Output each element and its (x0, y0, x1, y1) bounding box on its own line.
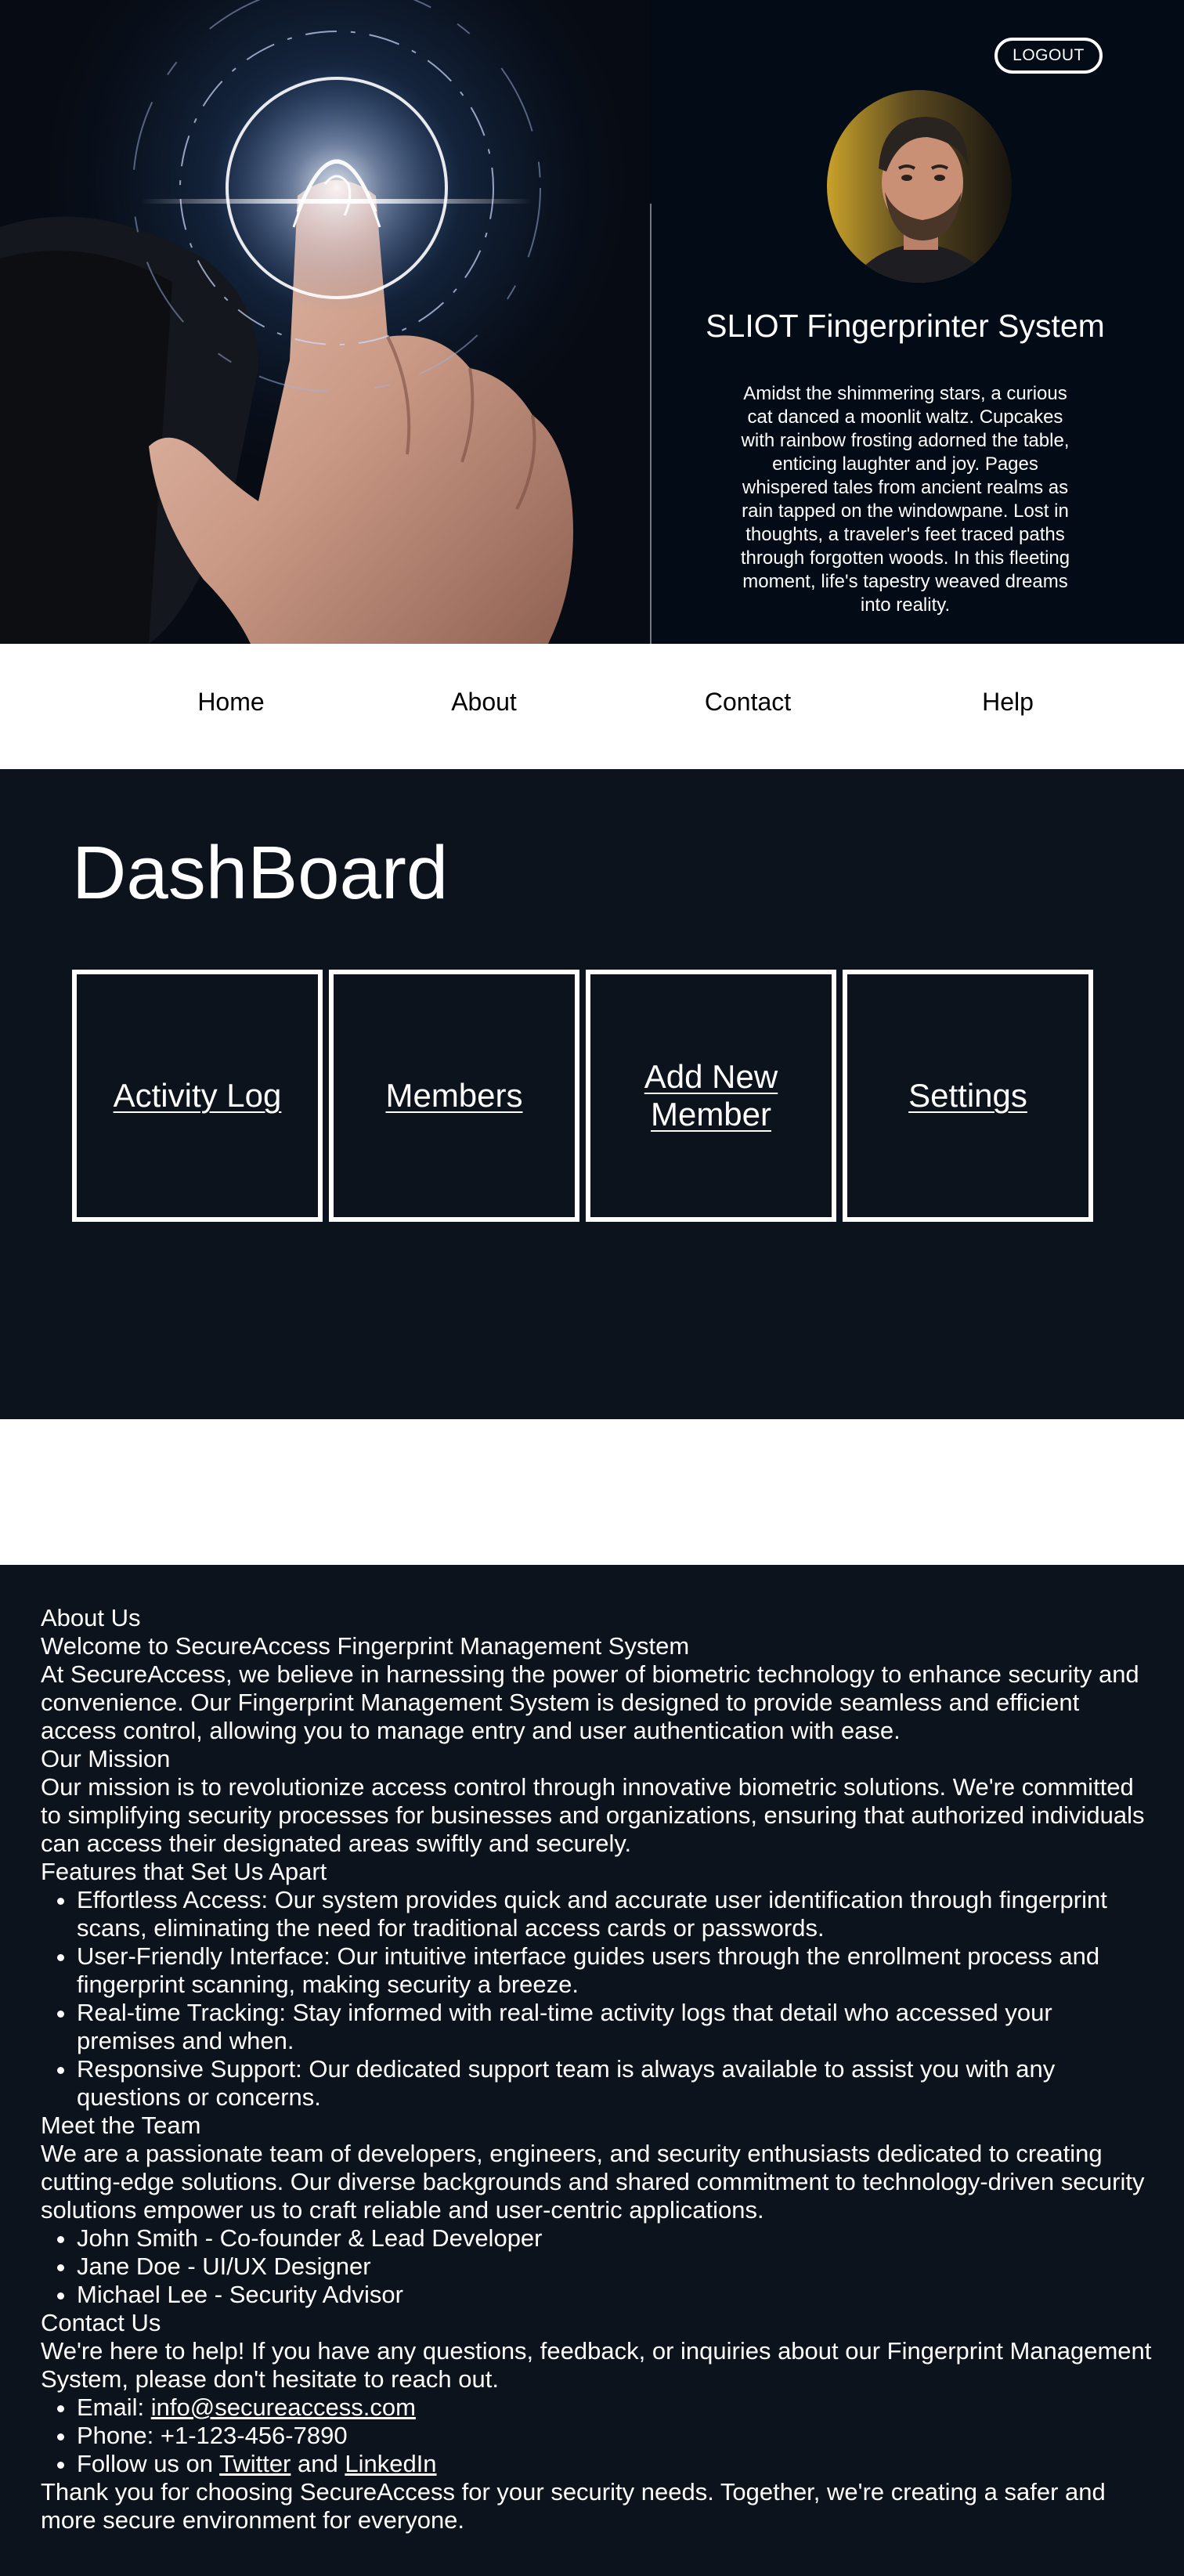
features-list: Effortless Access: Our system provides q… (41, 1886, 1153, 2112)
nav-item-about[interactable]: About (427, 683, 541, 721)
list-item: Phone: +1-123-456-7890 (77, 2422, 1153, 2450)
features-heading: Features that Set Us Apart (41, 1858, 327, 1885)
nav-item-help[interactable]: Help (951, 683, 1065, 721)
nav-item-contact[interactable]: Contact (689, 683, 807, 721)
linkedin-link[interactable]: LinkedIn (345, 2450, 436, 2477)
hero-title: SLIOT Fingerprinter System (706, 308, 1105, 344)
about-subheading: Welcome to SecureAccess Fingerprint Mana… (41, 1632, 690, 1660)
hero-section: LOGOUT SLIOT Fingerprinter System Amidst… (0, 0, 1184, 644)
mission-heading: Our Mission (41, 1745, 171, 1772)
list-item: Jane Doe - UI/UX Designer (77, 2253, 1153, 2281)
mission-text: Our mission is to revolutionize access c… (41, 1773, 1145, 1857)
list-item: Follow us on Twitter and LinkedIn (77, 2450, 1153, 2478)
list-item: Effortless Access: Our system provides q… (77, 1886, 1153, 1942)
user-avatar (827, 90, 1012, 283)
contact-heading: Contact Us (41, 2309, 161, 2336)
activity-log-card[interactable]: Activity Log (72, 970, 323, 1222)
add-new-member-card[interactable]: Add New Member (586, 970, 836, 1222)
and-text: and (291, 2450, 345, 2477)
list-item: Email: info@secureaccess.com (77, 2394, 1153, 2422)
list-item: User-Friendly Interface: Our intuitive i… (77, 1942, 1153, 1999)
dashboard-title: DashBoard (72, 831, 449, 915)
closing-text: Thank you for choosing SecureAccess for … (41, 2478, 1106, 2534)
settings-link[interactable]: Settings (908, 1077, 1027, 1115)
hero-divider (650, 204, 652, 644)
activity-log-link[interactable]: Activity Log (114, 1077, 282, 1115)
members-card[interactable]: Members (329, 970, 579, 1222)
email-label: Email: (77, 2394, 151, 2421)
section-spacer (0, 1419, 1184, 1565)
list-item: Michael Lee - Security Advisor (77, 2281, 1153, 2309)
list-item: Responsive Support: Our dedicated suppor… (77, 2055, 1153, 2112)
twitter-link[interactable]: Twitter (219, 2450, 291, 2477)
follow-label: Follow us on (77, 2450, 220, 2477)
contact-list: Email: info@secureaccess.com Phone: +1-1… (41, 2394, 1153, 2478)
contact-text: We're here to help! If you have any ques… (41, 2337, 1152, 2393)
logout-button[interactable]: LOGOUT (994, 38, 1103, 74)
team-heading: Meet the Team (41, 2112, 201, 2139)
list-item: Real-time Tracking: Stay informed with r… (77, 1999, 1153, 2055)
team-text: We are a passionate team of developers, … (41, 2140, 1145, 2224)
about-content: About Us Welcome to SecureAccess Fingerp… (41, 1604, 1153, 2534)
fingerprint-touch-image (0, 0, 650, 644)
list-item: John Smith - Co-founder & Lead Developer (77, 2224, 1153, 2253)
members-link[interactable]: Members (385, 1077, 522, 1115)
nav-item-home[interactable]: Home (174, 683, 288, 721)
about-intro: At SecureAccess, we believe in harnessin… (41, 1660, 1139, 1744)
add-new-member-link[interactable]: Add New Member (633, 1058, 789, 1133)
hero-description: Amidst the shimmering stars, a curious c… (740, 383, 1070, 616)
about-heading: About Us (41, 1604, 141, 1631)
settings-card[interactable]: Settings (843, 970, 1093, 1222)
email-link[interactable]: info@secureaccess.com (151, 2394, 416, 2421)
team-list: John Smith - Co-founder & Lead Developer… (41, 2224, 1153, 2309)
